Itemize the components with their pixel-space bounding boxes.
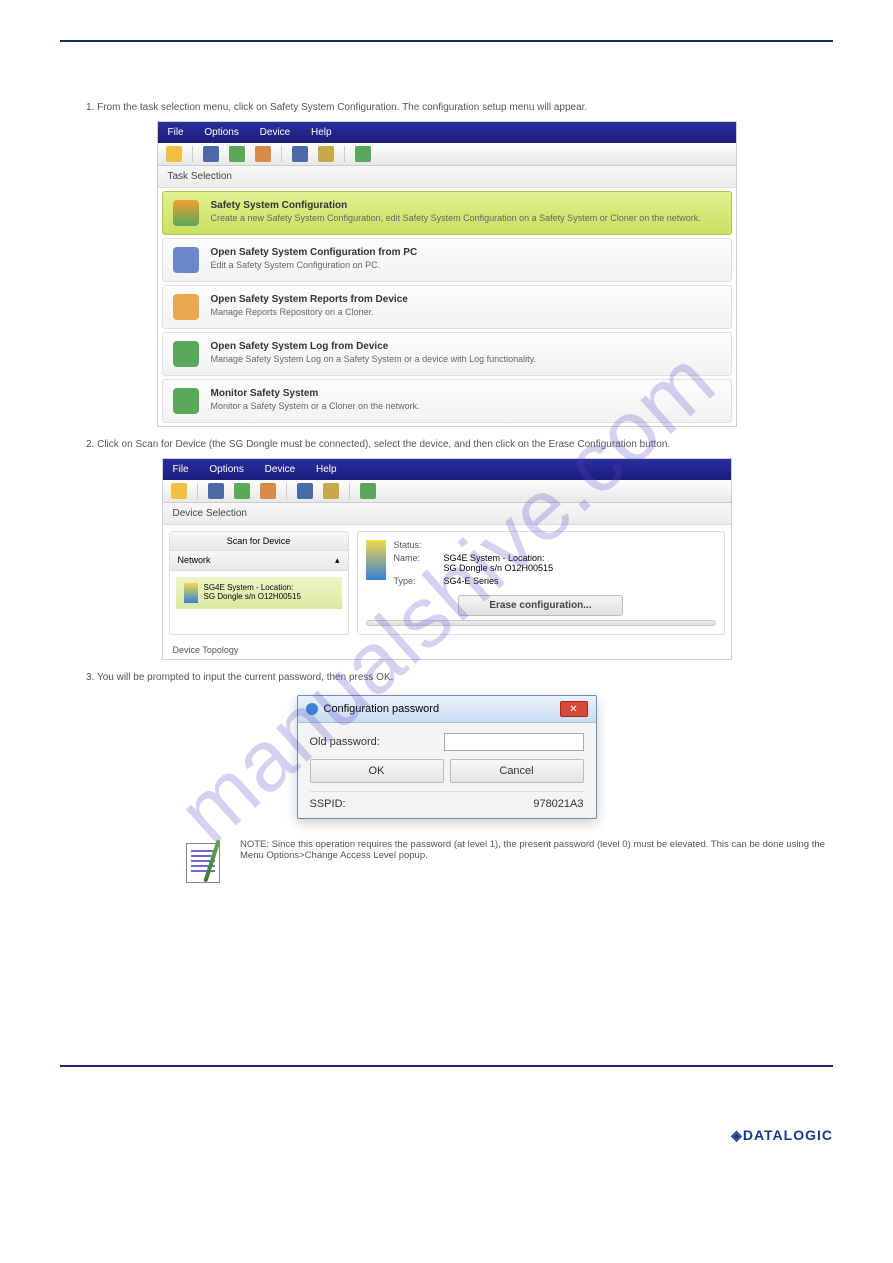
toolbar-divider <box>197 483 198 499</box>
device-selection-window: File Options Device Help Device Selectio… <box>162 458 732 660</box>
footer-rule <box>60 1065 833 1067</box>
name-value: SG4E System - Location:SG Dongle s/n O12… <box>444 553 554 573</box>
note-row: NOTE: Since this operation requires the … <box>60 839 833 885</box>
device-line2: SG Dongle s/n O12H00515 <box>204 592 301 601</box>
menu-options[interactable]: Options <box>204 127 238 138</box>
status-label: Status: <box>394 540 444 550</box>
task-desc: Edit a Safety System Configuration on PC… <box>211 260 418 270</box>
cube-icon <box>173 200 199 226</box>
task-open-from-pc[interactable]: Open Safety System Configuration from PC… <box>162 238 732 282</box>
task-selection-label: Task Selection <box>158 166 736 188</box>
monitor-icon <box>173 388 199 414</box>
task-selection-window: File Options Device Help Task Selection … <box>157 121 737 427</box>
chevron-up-icon: ▴ <box>335 555 340 566</box>
device-topology-label: Device Topology <box>163 641 731 659</box>
device-glyph-icon <box>184 583 198 603</box>
toolbar-icon-3[interactable] <box>229 146 245 162</box>
progress-bar <box>366 620 716 626</box>
name-label: Name: <box>394 553 444 573</box>
close-button[interactable]: ✕ <box>560 701 588 717</box>
footer: ◈DATALOGIC <box>0 1127 893 1145</box>
task-safety-config[interactable]: Safety System Configuration Create a new… <box>162 191 732 235</box>
old-password-input[interactable] <box>444 733 584 751</box>
upload-icon <box>173 294 199 320</box>
menu-help[interactable]: Help <box>311 127 332 138</box>
sspid-value: 978021A3 <box>533 798 583 810</box>
toolbar-icon-2[interactable] <box>203 146 219 162</box>
type-label: Type: <box>394 576 444 586</box>
toolbar-icon-1[interactable] <box>166 146 182 162</box>
network-header[interactable]: Network ▴ <box>170 551 348 571</box>
globe-icon <box>306 703 318 715</box>
task-open-log[interactable]: Open Safety System Log from Device Manag… <box>162 332 732 376</box>
toolbar-icon-4[interactable] <box>260 483 276 499</box>
toolbar-divider <box>344 146 345 162</box>
erase-configuration-button[interactable]: Erase configuration... <box>458 595 622 616</box>
notepad-icon <box>180 839 226 885</box>
network-label: Network <box>178 555 211 566</box>
toolbar-divider <box>281 146 282 162</box>
toolbar-icon-5[interactable] <box>292 146 308 162</box>
toolbar-icon-6[interactable] <box>318 146 334 162</box>
device-area: Scan for Device Network ▴ SG4E System - … <box>163 525 731 641</box>
step-1-text: 1. From the task selection menu, click o… <box>86 102 833 113</box>
dialog-title: Configuration password <box>324 703 440 715</box>
toolbar-icon-5[interactable] <box>297 483 313 499</box>
device-glyph-icon <box>366 540 386 580</box>
task-desc: Manage Reports Repository on a Cloner. <box>211 307 408 317</box>
pc-icon <box>173 247 199 273</box>
toolbar <box>158 143 736 166</box>
device-line1: SG4E System - Location: <box>204 583 301 592</box>
header-rule <box>60 40 833 42</box>
task-desc: Manage Safety System Log on a Safety Sys… <box>211 354 537 364</box>
task-monitor[interactable]: Monitor Safety System Monitor a Safety S… <box>162 379 732 423</box>
note-text: NOTE: Since this operation requires the … <box>240 839 833 861</box>
cancel-button[interactable]: Cancel <box>450 759 584 783</box>
menu-device[interactable]: Device <box>260 127 291 138</box>
footer-brand: ◈DATALOGIC <box>731 1127 833 1143</box>
device-list-item[interactable]: SG4E System - Location: SG Dongle s/n O1… <box>176 577 342 609</box>
toolbar-divider <box>349 483 350 499</box>
toolbar-icon-3[interactable] <box>234 483 250 499</box>
menubar: File Options Device Help <box>158 122 736 143</box>
dialog-titlebar: Configuration password ✕ <box>298 696 596 723</box>
device-selection-label: Device Selection <box>163 503 731 525</box>
menu-options[interactable]: Options <box>209 464 243 475</box>
toolbar-icon-6[interactable] <box>323 483 339 499</box>
menu-device[interactable]: Device <box>265 464 296 475</box>
detail-column: Status: Name: SG4E System - Location:SG … <box>357 531 725 635</box>
menubar: File Options Device Help <box>163 459 731 480</box>
log-icon <box>173 341 199 367</box>
task-title: Safety System Configuration <box>211 200 701 211</box>
ok-button[interactable]: OK <box>310 759 444 783</box>
menu-file[interactable]: File <box>173 464 189 475</box>
task-desc: Create a new Safety System Configuration… <box>211 213 701 223</box>
task-title: Open Safety System Configuration from PC <box>211 247 418 258</box>
task-desc: Monitor a Safety System or a Cloner on t… <box>211 401 420 411</box>
menu-help[interactable]: Help <box>316 464 337 475</box>
sspid-label: SSPID: <box>310 798 346 810</box>
task-title: Open Safety System Reports from Device <box>211 294 408 305</box>
toolbar-icon-7[interactable] <box>355 146 371 162</box>
task-title: Open Safety System Log from Device <box>211 341 537 352</box>
scan-column: Scan for Device Network ▴ SG4E System - … <box>169 531 349 635</box>
toolbar-icon-4[interactable] <box>255 146 271 162</box>
step-2-text: 2. Click on Scan for Device (the SG Dong… <box>86 439 833 450</box>
toolbar-icon-2[interactable] <box>208 483 224 499</box>
configuration-password-dialog: Configuration password ✕ Old password: O… <box>297 695 597 819</box>
toolbar-icon-1[interactable] <box>171 483 187 499</box>
old-password-label: Old password: <box>310 736 444 748</box>
task-open-reports[interactable]: Open Safety System Reports from Device M… <box>162 285 732 329</box>
toolbar-divider <box>286 483 287 499</box>
task-title: Monitor Safety System <box>211 388 420 399</box>
toolbar <box>163 480 731 503</box>
menu-file[interactable]: File <box>168 127 184 138</box>
toolbar-divider <box>192 146 193 162</box>
step-3-text: 3. You will be prompted to input the cur… <box>86 672 833 683</box>
scan-for-device-button[interactable]: Scan for Device <box>170 532 348 551</box>
type-value: SG4-E Series <box>444 576 499 586</box>
toolbar-icon-7[interactable] <box>360 483 376 499</box>
